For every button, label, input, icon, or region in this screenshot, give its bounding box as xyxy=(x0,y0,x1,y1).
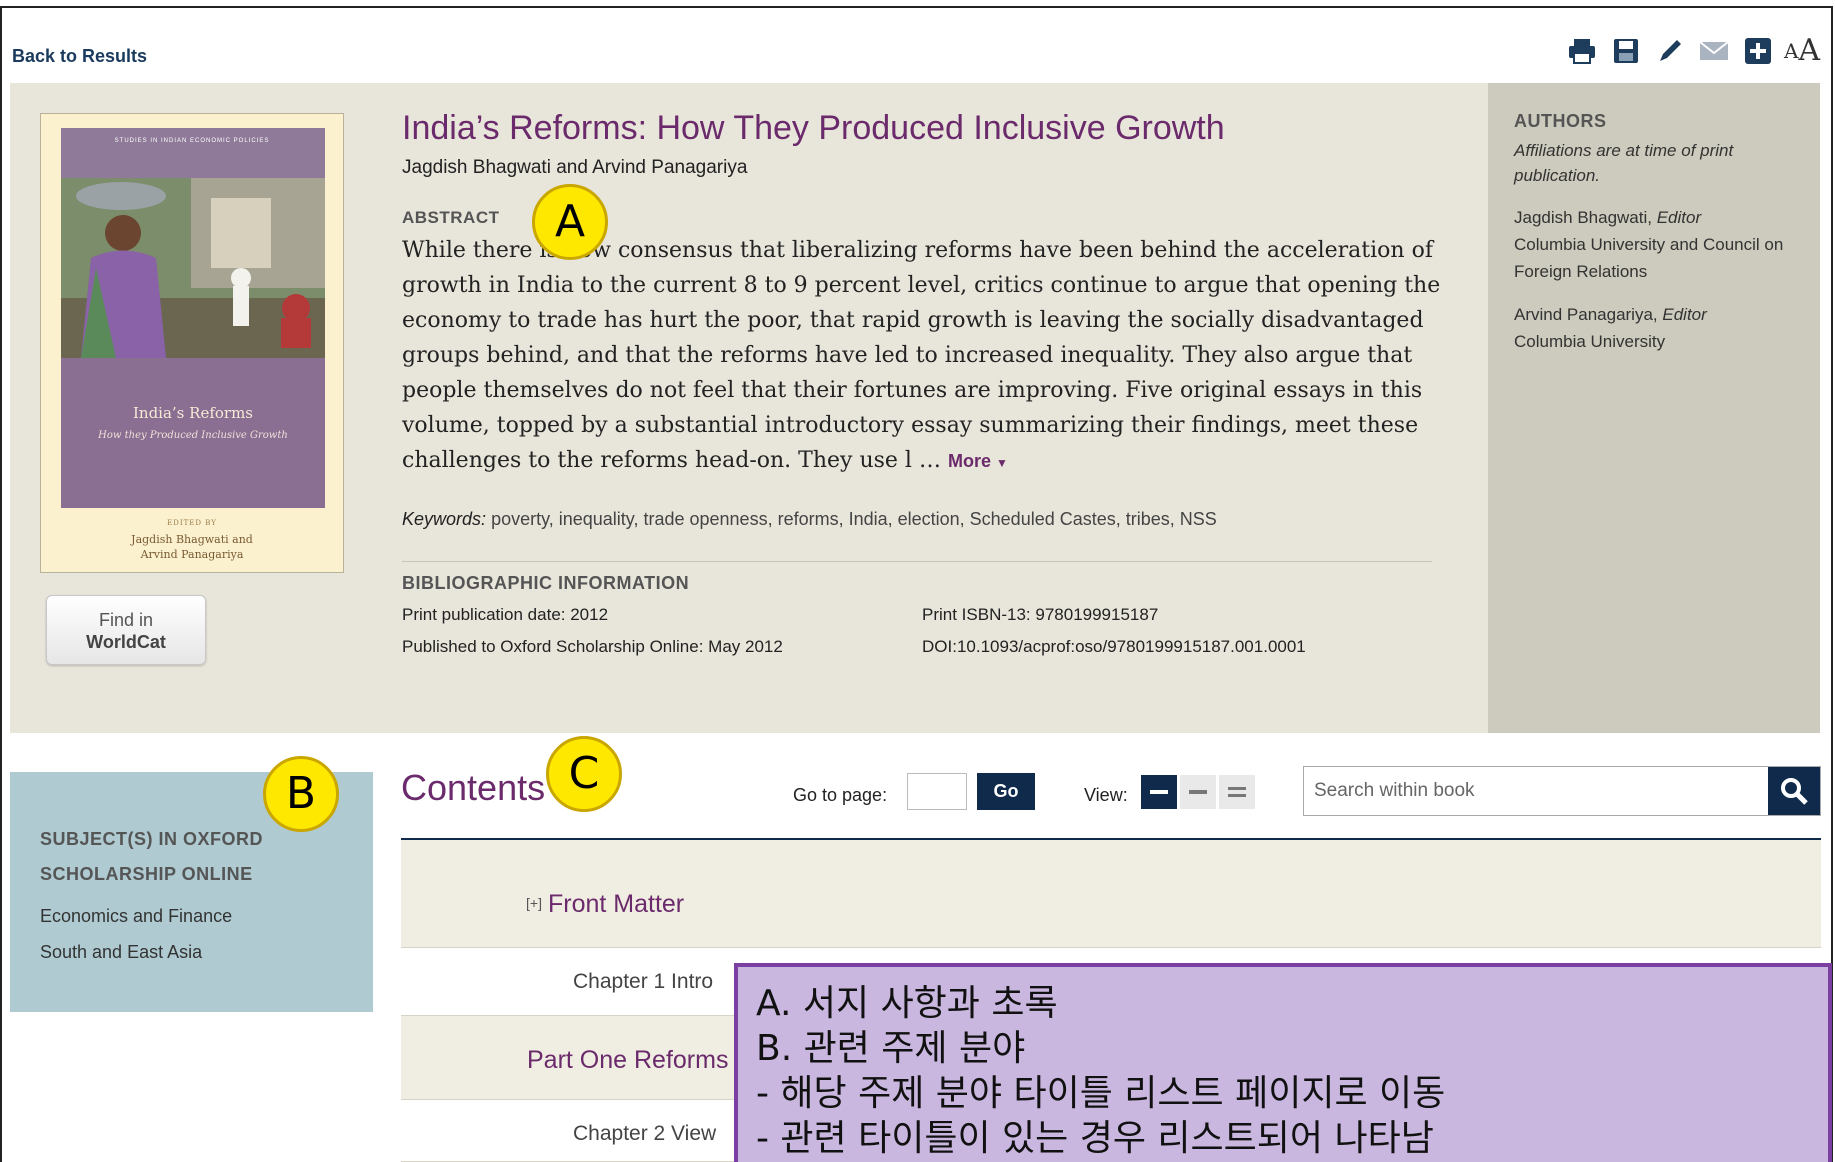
cover-series: STUDIES IN INDIAN ECONOMIC POLICIES xyxy=(114,138,270,144)
affiliation-note: Affiliations are at time of print public… xyxy=(1514,141,1734,185)
toc-label: Chapter 1 Intro xyxy=(573,970,714,993)
abstract-text: While there is now consensus that libera… xyxy=(402,238,1441,473)
print-icon[interactable] xyxy=(1567,36,1597,66)
view-label: View: xyxy=(1084,785,1128,805)
view-expanded-button[interactable] xyxy=(1219,775,1255,809)
annotation-marker-c: C xyxy=(546,736,622,812)
toc-label: Chapter 2 View xyxy=(573,1122,717,1145)
view-collapsed-button[interactable] xyxy=(1141,775,1177,809)
search-within-book-input[interactable] xyxy=(1304,767,1770,815)
top-bar: Back to Results AA xyxy=(2,8,1831,83)
author-entry: Jagdish Bhagwati, Editor Columbia Univer… xyxy=(1514,208,1784,281)
annotation-note: A. 서지 사항과 초록 B. 관련 주제 분야 - 해당 주제 분야 타이틀 … xyxy=(734,963,1832,1162)
authors-panel: AUTHORS Affiliations are at time of prin… xyxy=(1488,83,1820,733)
annotation-marker-b: B xyxy=(263,756,339,832)
chevron-down-icon: ▼ xyxy=(995,456,1008,470)
view-partial-button[interactable] xyxy=(1180,775,1216,809)
pencil-icon[interactable] xyxy=(1655,36,1685,66)
subject-link[interactable]: Economics and Finance xyxy=(40,898,343,934)
cover-title: India’s Reforms xyxy=(132,404,253,422)
book-info-panel: STUDIES IN INDIAN ECONOMIC POLICIES Indi… xyxy=(10,83,1820,733)
contents-title: Contents xyxy=(401,767,546,808)
cover-photo xyxy=(61,178,325,358)
email-icon[interactable] xyxy=(1699,36,1729,66)
cover-top-band xyxy=(61,128,325,178)
doi: DOI:10.1093/acprof:oso/9780199915187.001… xyxy=(922,637,1306,656)
subject-link[interactable]: South and East Asia xyxy=(40,934,343,970)
go-button[interactable]: Go xyxy=(977,773,1035,810)
search-box xyxy=(1303,766,1821,816)
search-icon xyxy=(1781,778,1808,805)
expand-toggle[interactable]: [+] xyxy=(526,895,542,911)
keywords: Keywords: poverty, inequality, trade ope… xyxy=(402,509,1217,529)
back-to-results-link[interactable]: Back to Results xyxy=(12,46,147,67)
book-cover: STUDIES IN INDIAN ECONOMIC POLICIES Indi… xyxy=(40,113,344,573)
search-button[interactable] xyxy=(1768,767,1820,815)
print-date: Print publication date: 2012 xyxy=(402,605,609,624)
cover-edited-by: EDITED BY xyxy=(167,519,217,527)
abstract-heading: ABSTRACT xyxy=(402,208,500,227)
book-authors: Jagdish Bhagwati and Arvind Panagariya xyxy=(402,157,748,178)
find-in-worldcat-button[interactable]: Find in WorldCat xyxy=(46,595,206,665)
authors-heading: AUTHORS xyxy=(1514,111,1607,131)
online-date: Published to Oxford Scholarship Online: … xyxy=(402,637,783,656)
biblio-heading: BIBLIOGRAPHIC INFORMATION xyxy=(402,573,690,593)
toc-label: Front Matter xyxy=(547,890,685,918)
isbn: Print ISBN-13: 9780199915187 xyxy=(922,605,1159,624)
toolbar: AA xyxy=(1567,36,1820,66)
author-entry: Arvind Panagariya, Editor Columbia Unive… xyxy=(1514,305,1707,351)
divider xyxy=(402,561,1432,562)
annotation-marker-a: A xyxy=(532,184,608,260)
cover-authors: Jagdish Bhagwati and Arvind Panagariya xyxy=(131,533,253,561)
goto-page-label: Go to page: xyxy=(793,785,888,805)
font-size-icon[interactable]: AA xyxy=(1784,36,1820,66)
subjects-heading: SUBJECT(S) IN OXFORD SCHOLARSHIP ONLINE xyxy=(40,829,264,884)
add-icon[interactable] xyxy=(1743,36,1773,66)
book-title: India’s Reforms: How They Produced Inclu… xyxy=(402,109,1225,147)
toc-label: Part One Reforms xyxy=(527,1046,729,1074)
more-link[interactable]: More ▼ xyxy=(948,451,1008,471)
toc-row[interactable]: [+] Front Matter xyxy=(401,840,1821,948)
goto-page-input[interactable] xyxy=(907,773,967,810)
save-icon[interactable] xyxy=(1611,36,1641,66)
cover-subtitle: How they Produced Inclusive Growth xyxy=(98,430,288,441)
